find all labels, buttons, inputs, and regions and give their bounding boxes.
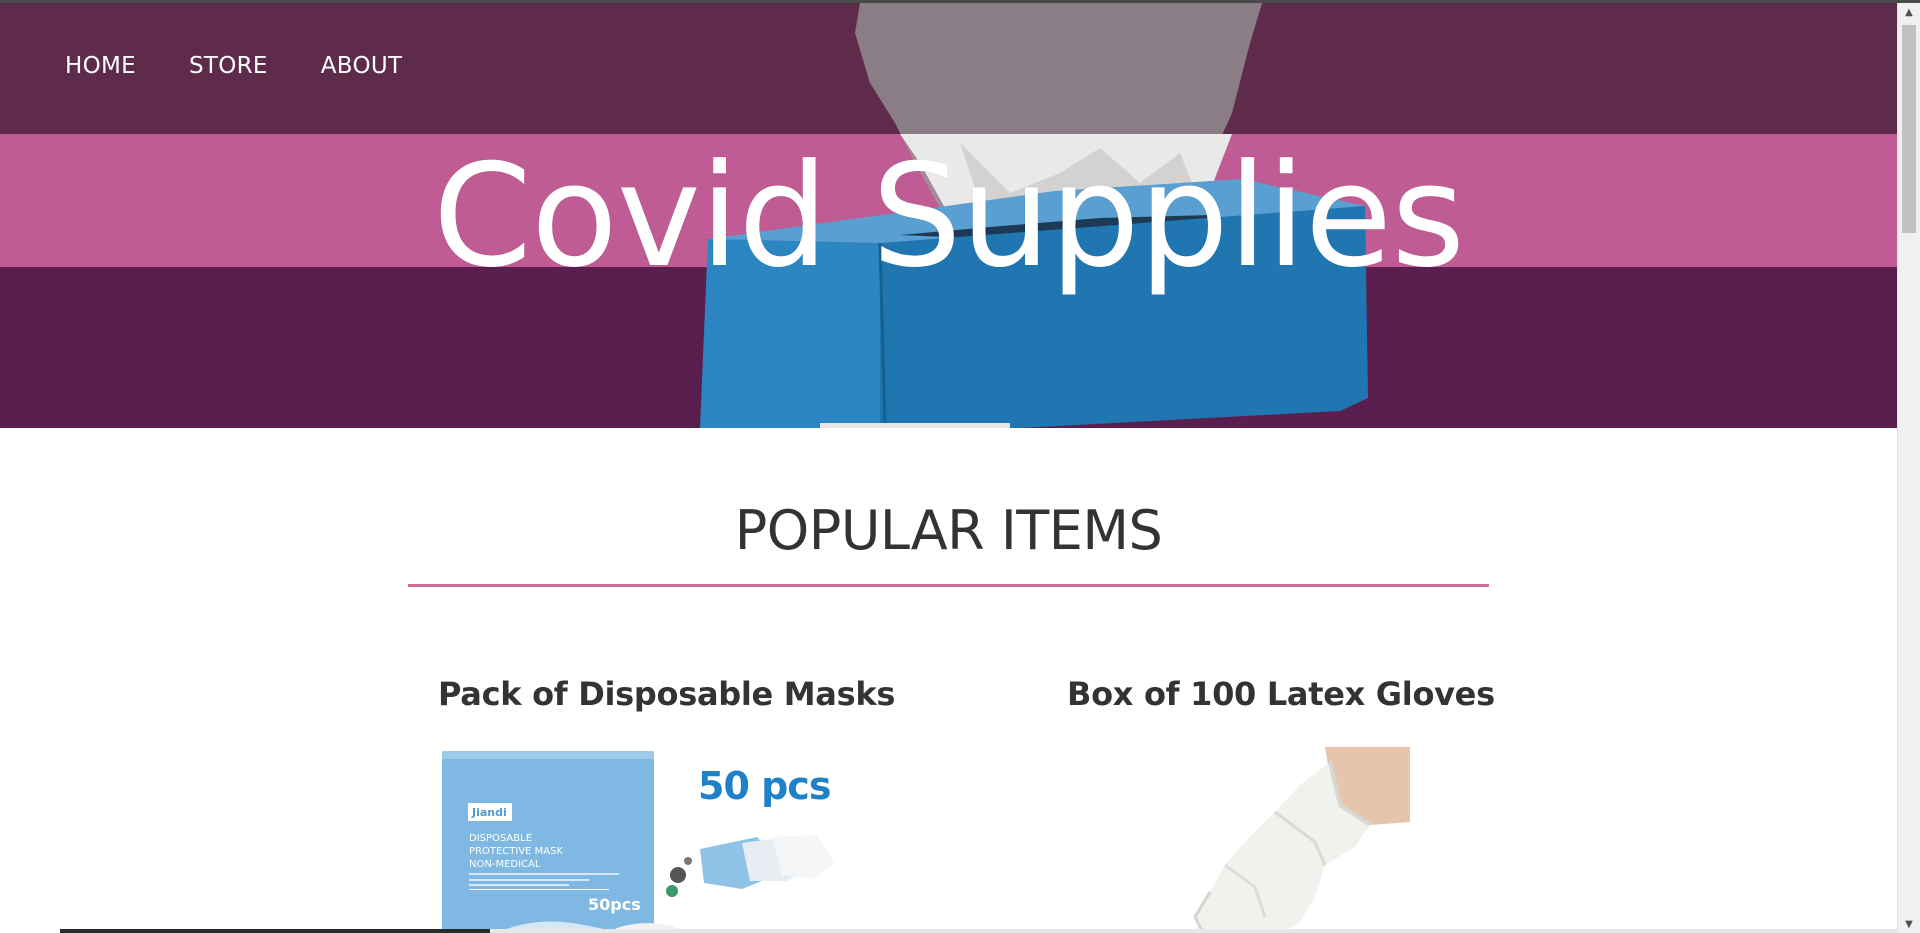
- package-line-3: NON-MEDICAL: [469, 859, 541, 870]
- scroll-down-arrow-icon[interactable]: ▼: [1898, 915, 1920, 933]
- nav-about-link[interactable]: ABOUT: [321, 53, 403, 79]
- horizontal-scroll-indicator: [0, 929, 1897, 933]
- package-line-2: PROTECTIVE MASK: [469, 846, 563, 857]
- package-count: 50pcs: [588, 895, 641, 914]
- package-brand: Jiandi: [471, 806, 507, 819]
- product-title[interactable]: Box of 100 Latex Gloves: [1067, 675, 1495, 713]
- pcs-badge: 50 pcs: [698, 764, 830, 808]
- package-line-1: DISPOSABLE: [469, 833, 532, 844]
- product-title[interactable]: Pack of Disposable Masks: [438, 675, 895, 713]
- scrollbar-thumb[interactable]: [1902, 25, 1916, 233]
- nav-store-link[interactable]: STORE: [189, 53, 268, 79]
- vertical-scrollbar[interactable]: ▲ ▼: [1897, 3, 1920, 933]
- scroll-up-arrow-icon[interactable]: ▲: [1898, 3, 1920, 21]
- product-image-masks[interactable]: Jiandi DISPOSABLE PROTECTIVE MASK NON-ME…: [442, 751, 842, 933]
- hero-banner: HOME STORE ABOUT Covid Supplies: [0, 3, 1897, 428]
- hero-title: Covid Supplies: [432, 134, 1465, 299]
- product-image-gloves[interactable]: [1165, 747, 1410, 933]
- section-divider: [408, 584, 1489, 587]
- product-card-gloves[interactable]: Box of 100 Latex Gloves: [1045, 675, 1495, 933]
- popular-items-heading: POPULAR ITEMS: [734, 499, 1163, 562]
- nav-home-link[interactable]: HOME: [65, 53, 136, 79]
- main-nav: HOME STORE ABOUT: [65, 53, 402, 79]
- page: HOME STORE ABOUT Covid Supplies POPULAR …: [0, 3, 1897, 933]
- product-card-masks[interactable]: Pack of Disposable Masks Jiandi DISPOSAB…: [420, 675, 895, 933]
